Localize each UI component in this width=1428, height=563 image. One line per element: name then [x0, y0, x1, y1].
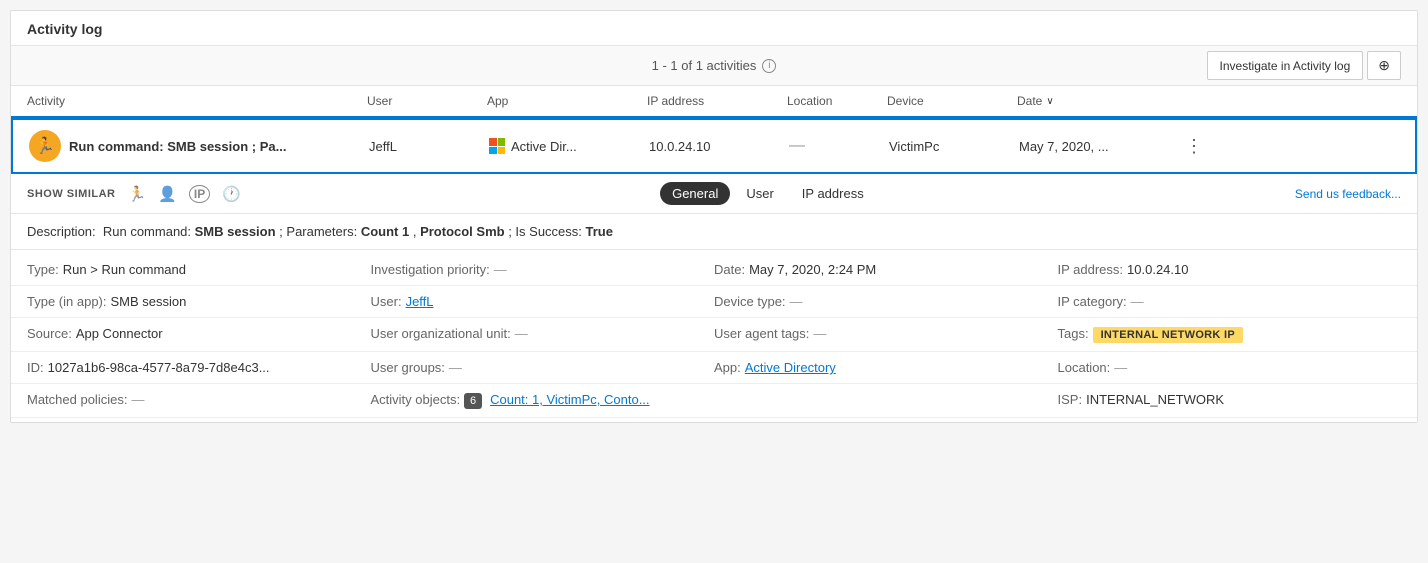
activity-run-icon: 🏃 [29, 130, 61, 162]
col-ip: IP address [647, 94, 787, 108]
field-source: Source: App Connector [27, 326, 371, 343]
col-user: User [367, 94, 487, 108]
tab-general[interactable]: General [660, 182, 730, 205]
detail-row-5: Matched policies: — Activity objects: 6 … [11, 384, 1417, 418]
activity-count: 1 - 1 of 1 activities i [652, 58, 777, 73]
ip-cell: 10.0.24.10 [649, 139, 789, 154]
col-location: Location [787, 94, 887, 108]
top-bar-actions: Investigate in Activity log ⊕ [1207, 51, 1401, 80]
col-activity: Activity [27, 94, 367, 108]
field-location: Location: — [1058, 360, 1402, 375]
page-wrapper: Activity log 1 - 1 of 1 activities i Inv… [10, 10, 1418, 423]
detail-panel: SHOW SIMILAR 🏃 👤 IP 🕐 General User IP ad… [11, 174, 1417, 422]
time-similar-icon[interactable]: 🕐 [222, 185, 241, 203]
field-ip-category: IP category: — [1058, 294, 1402, 309]
date-cell: May 7, 2020, ... [1019, 139, 1179, 154]
activity-objects-count: 6 [464, 393, 482, 409]
detail-row-1: Type: Run > Run command Investigation pr… [11, 254, 1417, 286]
show-similar-label: SHOW SIMILAR [27, 188, 116, 200]
feedback-link[interactable]: Send us feedback... [1295, 187, 1401, 201]
detail-row-3: Source: App Connector User organizationa… [11, 318, 1417, 352]
field-matched-policies: Matched policies: — [27, 392, 371, 409]
tab-user[interactable]: User [734, 182, 785, 205]
app-cell: Active Dir... [489, 138, 649, 154]
field-date: Date: May 7, 2020, 2:24 PM [714, 262, 1058, 277]
field-activity-objects: Activity objects: 6 Count: 1, VictimPc, … [371, 392, 715, 409]
col-app: App [487, 94, 647, 108]
user-cell: JeffL [369, 139, 489, 154]
field-type: Type: Run > Run command [27, 262, 371, 277]
tab-group: General User IP address [660, 182, 876, 205]
sort-icon: ∨ [1046, 96, 1053, 107]
activity-row[interactable]: 🏃 Run command: SMB session ; Pa... JeffL… [11, 118, 1417, 174]
field-id: ID: 1027a1b6-98ca-4577-8a79-7d8e4c3... [27, 360, 371, 375]
field-ip-address: IP address: 10.0.24.10 [1058, 262, 1402, 277]
info-icon[interactable]: i [762, 59, 776, 73]
field-isp: ISP: INTERNAL_NETWORK [1058, 392, 1402, 409]
row-more-button[interactable]: ⋮ [1179, 132, 1209, 161]
activity-name: Run command: SMB session ; Pa... [69, 139, 286, 154]
top-bar: 1 - 1 of 1 activities i Investigate in A… [11, 46, 1417, 86]
detail-row-4: ID: 1027a1b6-98ca-4577-8a79-7d8e4c3... U… [11, 352, 1417, 384]
device-cell: VictimPc [889, 139, 1019, 154]
investigate-button[interactable]: Investigate in Activity log [1207, 51, 1364, 80]
field-empty [714, 392, 1058, 409]
detail-row-2: Type (in app): SMB session User: JeffL D… [11, 286, 1417, 318]
field-user: User: JeffL [371, 294, 715, 309]
tab-ip-address[interactable]: IP address [790, 182, 876, 205]
col-device: Device [887, 94, 1017, 108]
page-title: Activity log [11, 11, 1417, 46]
windows-icon [489, 138, 505, 154]
col-date[interactable]: Date ∨ [1017, 94, 1177, 108]
more-options-button[interactable]: ⊕ [1367, 51, 1401, 80]
tag-internal-network-ip: INTERNAL NETWORK IP [1093, 327, 1243, 343]
user-similar-icon[interactable]: 👤 [158, 185, 177, 203]
location-cell: — [789, 137, 889, 155]
field-type-in-app: Type (in app): SMB session [27, 294, 371, 309]
col-more [1177, 94, 1207, 108]
field-user-groups: User groups: — [371, 360, 715, 375]
field-user-agent-tags: User agent tags: — [714, 326, 1058, 343]
detail-fields: Type: Run > Run command Investigation pr… [11, 250, 1417, 422]
run-similar-icon[interactable]: 🏃 [128, 185, 147, 203]
field-tags: Tags: INTERNAL NETWORK IP [1058, 326, 1402, 343]
field-app: App: Active Directory [714, 360, 1058, 375]
activity-cell: 🏃 Run command: SMB session ; Pa... [29, 130, 369, 162]
table-header: Activity User App IP address Location De… [11, 86, 1417, 118]
description-bar: Description: Run command: SMB session ; … [11, 214, 1417, 250]
field-investigation-priority: Investigation priority: — [371, 262, 715, 277]
field-device-type: Device type: — [714, 294, 1058, 309]
ip-similar-icon[interactable]: IP [189, 185, 210, 203]
show-similar-bar: SHOW SIMILAR 🏃 👤 IP 🕐 General User IP ad… [11, 174, 1417, 214]
field-org-unit: User organizational unit: — [371, 326, 715, 343]
